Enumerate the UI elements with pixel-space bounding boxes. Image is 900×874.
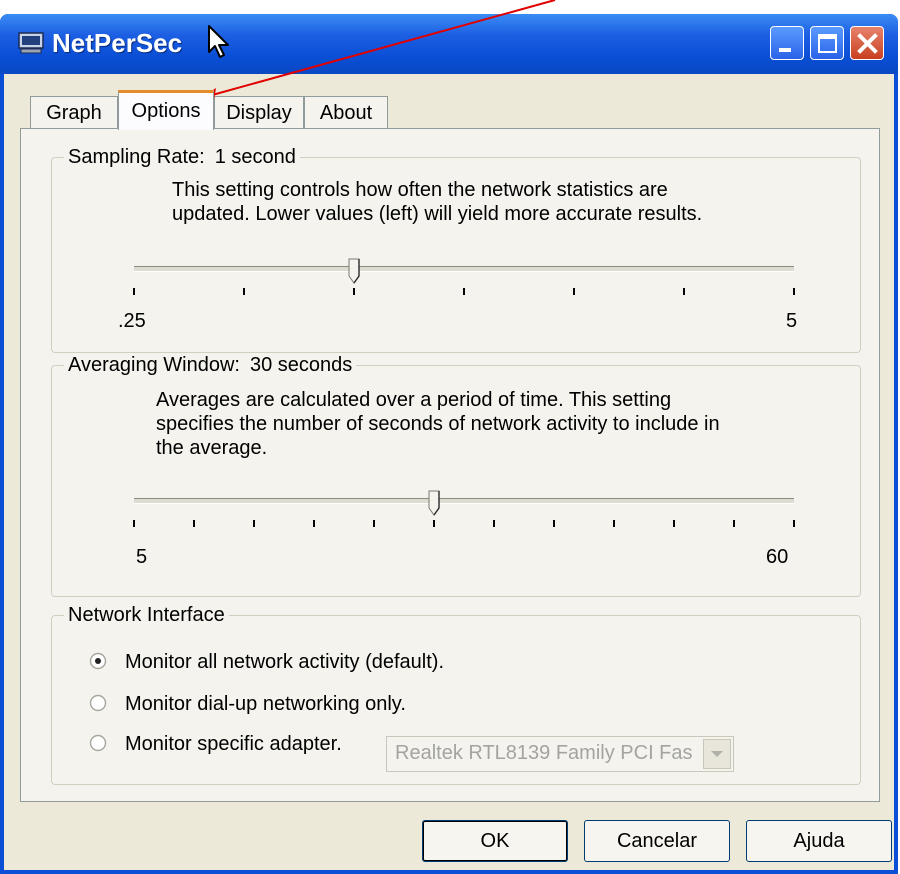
averaging-desc-line3: the average. bbox=[156, 437, 268, 459]
ok-button[interactable]: OK bbox=[422, 820, 568, 862]
tab-options-label: Options bbox=[131, 100, 201, 122]
title-bar[interactable]: NetPerSec bbox=[0, 14, 898, 74]
slider-tick bbox=[793, 520, 795, 527]
computer-icon bbox=[18, 32, 44, 54]
minimize-button[interactable] bbox=[770, 26, 804, 60]
slider-tick bbox=[193, 520, 195, 527]
sampling-max-label: 5 bbox=[786, 310, 798, 332]
slider-tick bbox=[493, 520, 495, 527]
cancel-button[interactable]: Cancelar bbox=[584, 820, 730, 862]
slider-tick bbox=[673, 520, 675, 527]
slider-tick bbox=[253, 520, 255, 527]
slider-tick bbox=[373, 520, 375, 527]
monitor-adapter-label: Monitor specific adapter. bbox=[125, 733, 342, 755]
sampling-rate-value: 1 second bbox=[214, 146, 296, 168]
sampling-desc-line1: This setting controls how often the netw… bbox=[172, 179, 668, 201]
adapter-select-value: Realtek RTL8139 Family PCI Fas bbox=[395, 742, 693, 764]
tab-about-label: About bbox=[319, 102, 373, 124]
averaging-desc-line2: specifies the number of seconds of netwo… bbox=[156, 413, 720, 435]
slider-tick bbox=[613, 520, 615, 527]
slider-tick bbox=[133, 520, 135, 527]
sampling-rate-group: Sampling Rate: 1 second This setting cont… bbox=[51, 146, 861, 353]
sampling-slider-track bbox=[134, 266, 794, 272]
slider-tick bbox=[243, 288, 245, 295]
averaging-window-group: Averaging Window: 30 seconds Averages are… bbox=[51, 354, 861, 597]
slider-tick bbox=[683, 288, 685, 295]
chevron-down-icon bbox=[711, 751, 723, 757]
tab-about[interactable]: About bbox=[304, 96, 388, 128]
tab-graph[interactable]: Graph bbox=[30, 96, 118, 128]
adapter-select[interactable]: Realtek RTL8139 Family PCI Fas bbox=[386, 736, 734, 772]
sampling-slider-thumb[interactable] bbox=[348, 258, 360, 284]
sampling-rate-slider[interactable] bbox=[133, 258, 795, 298]
slider-tick bbox=[553, 520, 555, 527]
close-icon bbox=[857, 33, 878, 54]
slider-tick bbox=[353, 288, 355, 295]
monitor-all-label: Monitor all network activity (default). bbox=[125, 651, 445, 673]
slider-tick bbox=[793, 288, 795, 295]
averaging-window-heading: Averaging Window: 30 seconds bbox=[64, 354, 357, 376]
averaging-slider-thumb[interactable] bbox=[428, 490, 440, 516]
dialog-client-area: Graph Options Display About Sampling Rat… bbox=[4, 74, 894, 870]
slider-tick bbox=[573, 288, 575, 295]
slider-tick bbox=[463, 288, 465, 295]
radio-selected-icon[interactable] bbox=[89, 652, 107, 670]
maximize-icon bbox=[818, 34, 837, 53]
tab-options[interactable]: Options bbox=[118, 90, 214, 130]
mouse-pointer-icon bbox=[208, 25, 229, 58]
close-button[interactable] bbox=[850, 26, 884, 60]
radio-unselected-icon[interactable] bbox=[89, 734, 107, 752]
sampling-rate-heading: Sampling Rate: 1 second bbox=[64, 146, 300, 168]
netpersec-window: NetPerSec Graph Options Display About Sa… bbox=[0, 14, 898, 874]
radio-unselected-icon[interactable] bbox=[89, 694, 107, 712]
sampling-min-label: .25 bbox=[118, 310, 146, 332]
sampling-rate-title: Sampling Rate: bbox=[68, 146, 205, 168]
tab-display[interactable]: Display bbox=[214, 96, 304, 128]
averaging-window-slider[interactable] bbox=[133, 490, 795, 530]
minimize-icon bbox=[779, 48, 791, 52]
averaging-max-label: 60 bbox=[766, 546, 789, 568]
averaging-desc-line1: Averages are calculated over a period of… bbox=[156, 389, 672, 411]
help-button[interactable]: Ajuda bbox=[746, 820, 892, 862]
slider-tick bbox=[133, 288, 135, 295]
slider-tick bbox=[313, 520, 315, 527]
slider-tick bbox=[733, 520, 735, 527]
tab-display-label: Display bbox=[226, 102, 292, 124]
network-interface-title: Network Interface bbox=[64, 604, 229, 626]
maximize-button[interactable] bbox=[810, 26, 844, 60]
averaging-min-label: 5 bbox=[136, 546, 148, 568]
averaging-window-value: 30 seconds bbox=[249, 354, 353, 376]
sampling-desc-line2: updated. Lower values (left) will yield … bbox=[172, 203, 703, 225]
tab-graph-label: Graph bbox=[46, 102, 102, 124]
options-panel: Sampling Rate: 1 second This setting cont… bbox=[20, 128, 880, 802]
monitor-dialup-label: Monitor dial-up networking only. bbox=[125, 693, 406, 715]
slider-tick bbox=[433, 520, 435, 527]
averaging-window-title: Averaging Window: bbox=[68, 354, 240, 376]
window-title: NetPerSec bbox=[52, 28, 183, 58]
averaging-slider-track bbox=[134, 498, 794, 504]
adapter-dropdown-button[interactable] bbox=[703, 739, 731, 769]
